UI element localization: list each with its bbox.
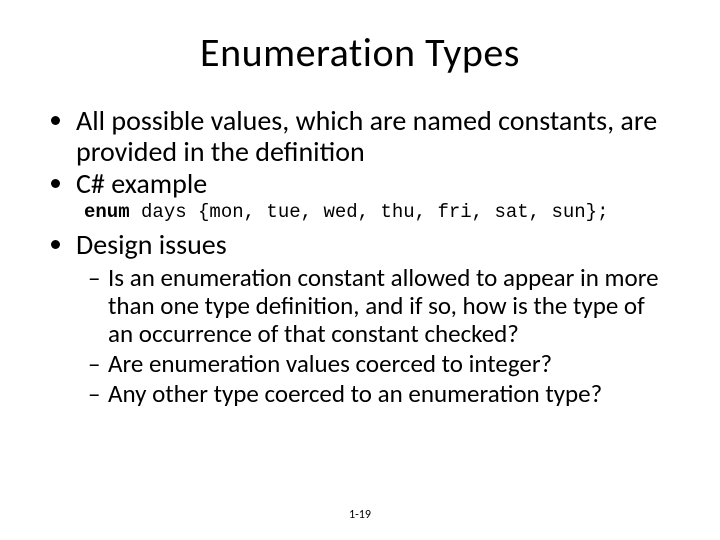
bullet-item: All possible values, which are named con…: [76, 105, 672, 168]
slide: Enumeration Types All possible values, w…: [0, 0, 720, 540]
bullet-list-level1: All possible values, which are named con…: [48, 105, 672, 199]
bullet-list-level1: Design issues: [48, 229, 672, 260]
code-text: days {mon, tue, wed, thu, fri, sat, sun}…: [130, 201, 609, 223]
bullet-item: C# example: [76, 168, 672, 199]
bullet-list-level2: Is an enumeration constant allowed to ap…: [48, 264, 672, 408]
sub-bullet-item: Are enumeration values coerced to intege…: [88, 350, 672, 378]
sub-bullet-item: Is an enumeration constant allowed to ap…: [88, 264, 672, 348]
sub-bullet-item: Any other type coerced to an enumeration…: [88, 380, 672, 408]
code-keyword: enum: [84, 201, 130, 223]
code-line: enum days {mon, tue, wed, thu, fri, sat,…: [84, 201, 672, 223]
bullet-item: Design issues: [76, 229, 672, 260]
slide-number: 1-19: [0, 508, 720, 522]
slide-title: Enumeration Types: [48, 28, 672, 77]
